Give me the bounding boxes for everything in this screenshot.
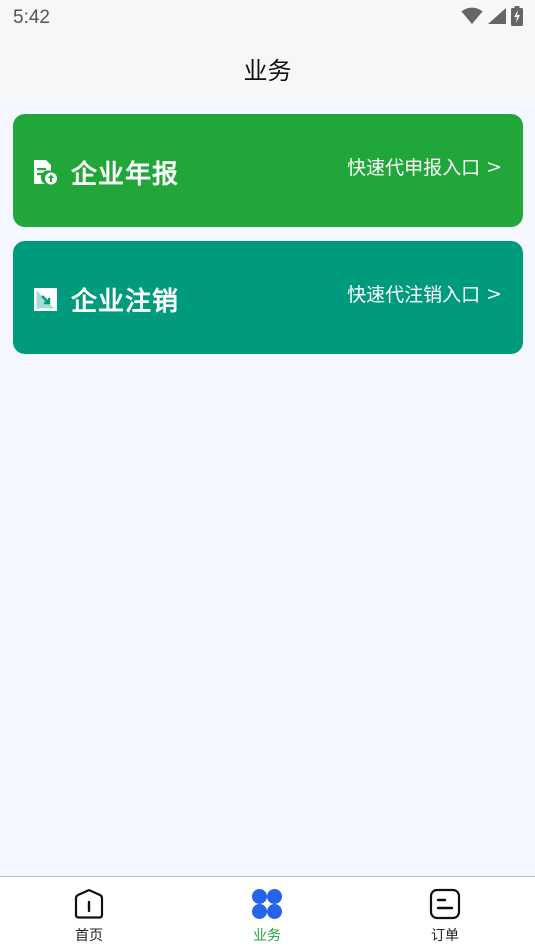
nav-bar: 业务	[0, 36, 535, 100]
chevron-right-icon: >	[486, 282, 502, 305]
wifi-icon	[461, 7, 483, 29]
home-icon	[73, 887, 105, 921]
tab-label: 首页	[75, 928, 103, 944]
card-header: 企业年报	[33, 154, 179, 191]
card-header: 企业注销	[33, 281, 179, 318]
quick-deregister-link[interactable]: 快速代注销入口 >	[347, 280, 502, 307]
company-deregister-card[interactable]: 企业注销 快速代注销入口 >	[13, 241, 523, 354]
tab-orders[interactable]: 订单	[400, 887, 490, 945]
cellular-signal-icon	[487, 7, 507, 29]
card-title: 企业注销	[71, 287, 180, 317]
card-title: 企业年报	[71, 160, 180, 190]
tab-label: 业务	[253, 928, 281, 944]
bottom-tab-bar: 首页 业务 订单	[0, 876, 535, 951]
page-title: 业务	[243, 56, 292, 85]
deregister-icon	[33, 286, 58, 313]
annual-report-card[interactable]: 企业年报 快速代申报入口 >	[13, 114, 523, 227]
tab-business[interactable]: 业务	[222, 887, 312, 945]
tab-label: 订单	[431, 928, 459, 944]
tab-home[interactable]: 首页	[44, 887, 134, 945]
quick-declare-link[interactable]: 快速代申报入口 >	[347, 153, 502, 180]
status-bar: 5:42	[0, 0, 535, 36]
battery-charging-icon	[511, 6, 523, 30]
card-link-label: 快速代注销入口	[347, 284, 481, 306]
orders-icon	[429, 887, 461, 921]
status-icons	[461, 6, 523, 30]
card-link-label: 快速代申报入口	[347, 157, 481, 179]
business-grid-icon	[251, 887, 283, 921]
chevron-right-icon: >	[486, 155, 502, 178]
status-time: 5:42	[13, 7, 50, 28]
report-upload-icon	[33, 159, 58, 186]
